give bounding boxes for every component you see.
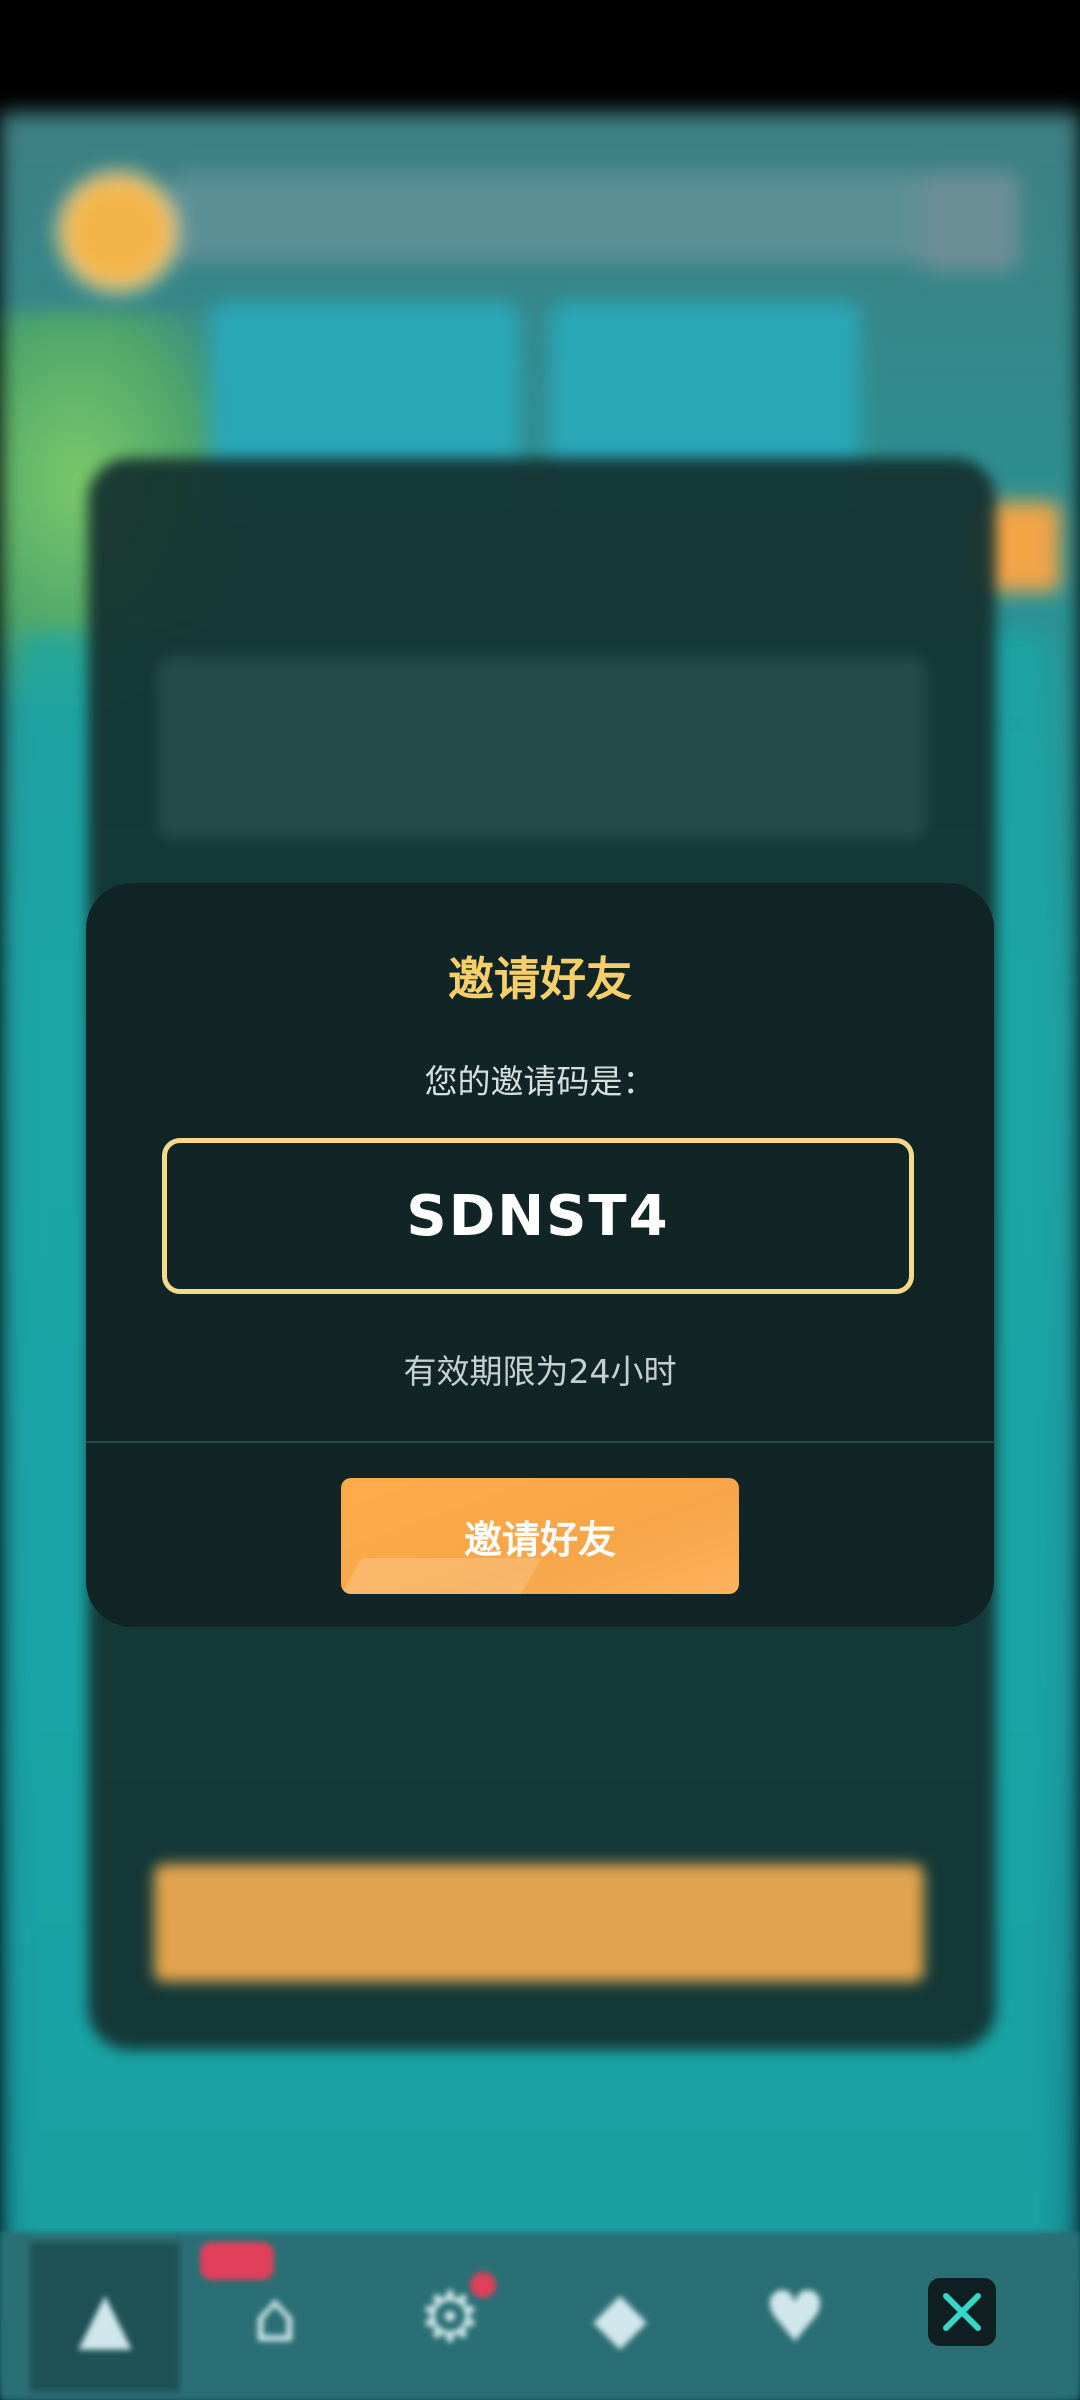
- close-icon: [943, 2293, 981, 2331]
- notification-dot: [470, 2272, 496, 2298]
- invite-button-label: 邀请好友: [463, 1517, 616, 1562]
- background-resource-bar: [170, 172, 930, 262]
- modal-title: 邀请好友: [448, 952, 632, 1006]
- notification-badge: [200, 2242, 274, 2280]
- bottom-navigation: ▲ ⌂ ⚙ ◆ ♥: [0, 2232, 1080, 2400]
- gem-icon[interactable]: ◆: [545, 2242, 695, 2392]
- home-icon[interactable]: ▲: [30, 2242, 180, 2392]
- background-dialog-button: [154, 1864, 924, 1982]
- invite-friends-button[interactable]: 邀请好友: [341, 1478, 739, 1594]
- settings-icon[interactable]: ⚙: [375, 2242, 525, 2392]
- background-avatar: [58, 172, 178, 292]
- background-settings: [920, 172, 1020, 272]
- divider: [86, 1441, 994, 1443]
- heart-icon[interactable]: ♥: [720, 2242, 870, 2392]
- close-button[interactable]: [928, 2278, 996, 2346]
- status-bar: [0, 0, 1080, 112]
- invite-modal: 邀请好友 您的邀请码是： SDNST4 有效期限为24小时 邀请好友: [86, 883, 994, 1627]
- invite-code-box[interactable]: SDNST4: [162, 1138, 914, 1294]
- background-dialog-text: [158, 658, 926, 838]
- invite-code-value: SDNST4: [406, 1183, 670, 1249]
- validity-note: 有效期限为24小时: [403, 1352, 677, 1391]
- invite-code-label: 您的邀请码是：: [424, 1062, 656, 1101]
